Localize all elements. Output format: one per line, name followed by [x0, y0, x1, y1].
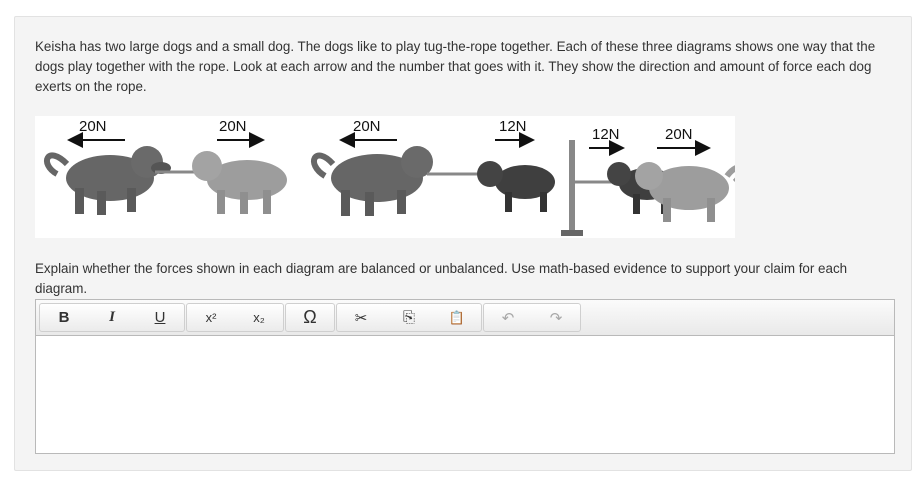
dog-3-large — [311, 146, 433, 216]
d2-left-force-label: 20N — [353, 118, 381, 135]
history-group: ↶ ↷ — [483, 303, 581, 332]
editor-toolbar: B I U x² x₂ Ω ✂ ⎘ 📋 ↶ ↷ — [36, 300, 894, 336]
format-group: B I U — [39, 303, 185, 332]
tug-of-war-diagram: 20N 20N 20N 12N 12N 20N — [35, 116, 744, 238]
special-group: Ω — [285, 303, 335, 332]
dog-4-small — [477, 161, 555, 212]
post — [569, 140, 575, 232]
cut-icon[interactable]: ✂ — [337, 304, 385, 331]
question-panel: Keisha has two large dogs and a small do… — [14, 16, 912, 471]
clipboard-group: ✂ ⎘ 📋 — [336, 303, 482, 332]
dogs-illustration: 20N 20N 20N 12N 12N 20N — [44, 118, 744, 236]
d3-first-force-label: 12N — [592, 126, 620, 143]
question-prompt: Keisha has two large dogs and a small do… — [35, 39, 876, 94]
bold-button[interactable]: B — [40, 304, 88, 331]
dog-1-large — [44, 146, 171, 215]
italic-button[interactable]: I — [88, 304, 136, 331]
undo-icon[interactable]: ↶ — [484, 304, 532, 331]
copy-icon[interactable]: ⎘ — [385, 304, 433, 331]
d1-left-force-label: 20N — [79, 118, 107, 135]
subscript-button[interactable]: x₂ — [235, 304, 283, 331]
d3-second-force-label: 20N — [665, 126, 693, 143]
question-instruction: Explain whether the forces shown in each… — [35, 261, 848, 296]
dog-6-large — [635, 162, 744, 222]
script-group: x² x₂ — [186, 303, 284, 332]
answer-text-area[interactable] — [36, 335, 894, 453]
dog-2-large — [192, 151, 287, 214]
underline-button[interactable]: U — [136, 304, 184, 331]
special-character-button[interactable]: Ω — [286, 304, 334, 331]
d2-right-force-label: 12N — [499, 118, 527, 135]
paste-icon[interactable]: 📋 — [433, 304, 481, 331]
redo-icon[interactable]: ↷ — [532, 304, 580, 331]
d1-right-force-label: 20N — [219, 118, 247, 135]
post-base — [561, 230, 583, 236]
rich-text-editor: B I U x² x₂ Ω ✂ ⎘ 📋 ↶ ↷ — [35, 299, 895, 454]
superscript-button[interactable]: x² — [187, 304, 235, 331]
